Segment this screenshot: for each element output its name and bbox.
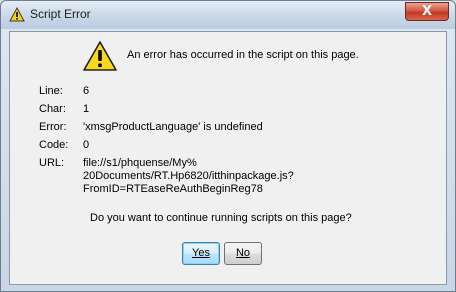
char-value: 1 xyxy=(83,103,90,115)
char-label: Char: xyxy=(39,103,66,115)
line-label: Line: xyxy=(39,85,63,97)
warning-icon xyxy=(9,7,25,22)
code-label: Code: xyxy=(39,139,69,151)
continue-prompt: Do you want to continue running scripts … xyxy=(90,212,352,224)
window-title: Script Error xyxy=(30,7,91,21)
no-button[interactable]: No xyxy=(224,242,262,265)
error-value: 'xmsgProductLanguage' is undefined xyxy=(83,121,263,133)
error-label: Error: xyxy=(39,121,67,133)
url-value: file://s1/phquense/My% 20Documents/RT.Hp… xyxy=(83,157,294,195)
title-bar[interactable]: Script Error X xyxy=(1,1,455,29)
dialog-body: An error has occurred in the script on t… xyxy=(9,31,447,285)
close-button[interactable]: X xyxy=(405,2,449,21)
url-label: URL: xyxy=(39,157,65,169)
code-value: 0 xyxy=(83,139,90,151)
script-error-window: Script Error X An error has occurred in … xyxy=(0,0,456,292)
close-icon: X xyxy=(421,4,433,19)
error-headline: An error has occurred in the script on t… xyxy=(127,49,359,61)
line-value: 6 xyxy=(83,85,90,97)
yes-button[interactable]: Yes xyxy=(182,242,220,265)
warning-icon xyxy=(83,41,117,71)
